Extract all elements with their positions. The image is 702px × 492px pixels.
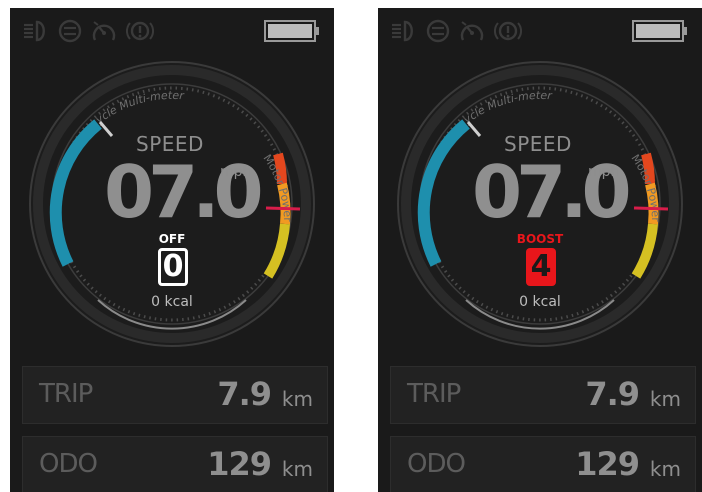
trip-row[interactable]: TRIP 7.9 km (22, 366, 328, 424)
assist-level-box: 0 (158, 248, 188, 286)
calories-readout: 0 kcal (519, 294, 561, 310)
assist-level-box: 4 (526, 248, 556, 286)
status-bar (378, 8, 702, 52)
status-bar (10, 8, 334, 52)
odo-unit: km (649, 457, 681, 481)
trip-row[interactable]: TRIP 7.9 km (390, 366, 696, 424)
headlight-icon (392, 20, 413, 42)
odo-value: 129 (207, 445, 272, 483)
speed-unit: mph (220, 164, 252, 180)
display-screen-off: ycle Multi-meter Motor Power SPEED 07.0 … (10, 8, 334, 492)
odo-label: ODO (407, 449, 466, 479)
assist-mode-label: OFF (158, 232, 186, 246)
power-needle (633, 206, 669, 211)
battery-icon (632, 20, 687, 42)
odo-row[interactable]: ODO 129 km (390, 436, 696, 492)
pedal-assist-icon (426, 19, 450, 43)
odo-row[interactable]: ODO 129 km (22, 436, 328, 492)
display-screen-boost: ycle Multi-meter Motor Power SPEED 07.0 … (378, 8, 702, 492)
headlight-icon (24, 20, 45, 42)
trip-value: 7.9 (585, 375, 640, 413)
trip-unit: km (281, 387, 313, 411)
trip-label: TRIP (39, 379, 93, 409)
warning-icon (126, 21, 154, 41)
odo-unit: km (281, 457, 313, 481)
trip-label: TRIP (407, 379, 461, 409)
odo-value: 129 (575, 445, 640, 483)
assist-mode-label: BOOST (516, 232, 564, 246)
warning-icon (494, 21, 522, 41)
speedometer-icon (460, 21, 484, 41)
battery-icon (264, 20, 319, 42)
speed-unit: mph (588, 164, 620, 180)
odo-label: ODO (39, 449, 98, 479)
speedometer-icon (92, 21, 116, 41)
trip-value: 7.9 (217, 375, 272, 413)
trip-unit: km (649, 387, 681, 411)
power-needle (265, 206, 301, 211)
calories-readout: 0 kcal (151, 294, 193, 310)
pedal-assist-icon (58, 19, 82, 43)
